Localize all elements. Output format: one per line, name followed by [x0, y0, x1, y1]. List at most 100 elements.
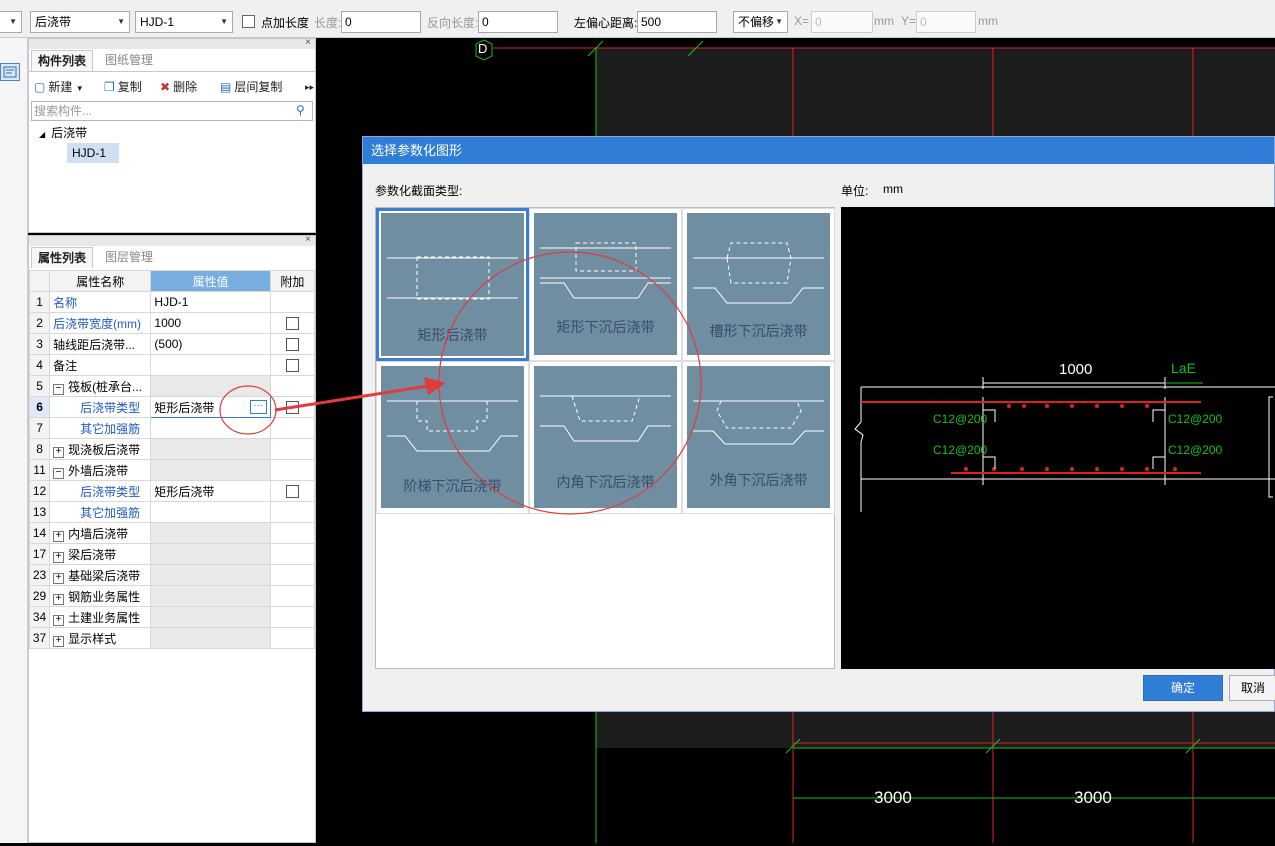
table-row[interactable]: 11 − 外墙后浇带: [28, 459, 316, 481]
category-combo-value: 后浇带: [35, 15, 72, 29]
shape-thumbnail: 槽形下沉后浇带: [687, 213, 830, 355]
tab-layer-management[interactable]: 图层管理: [99, 247, 159, 268]
offset-combo[interactable]: 不偏移 ▼: [733, 11, 788, 33]
row-name[interactable]: + 现浇板后浇带: [49, 438, 152, 460]
shape-option-groove-sunken[interactable]: 槽形下沉后浇带: [682, 208, 835, 361]
extra-checkbox[interactable]: [285, 317, 299, 331]
new-button[interactable]: ▢ 新建 ▼: [34, 77, 84, 97]
row-value-editor[interactable]: 矩形后浇带 ···: [150, 396, 271, 418]
ellipsis-button[interactable]: ···: [249, 400, 267, 414]
row-extra[interactable]: [269, 333, 316, 355]
floor-copy-button[interactable]: ▤ 层间复制: [220, 77, 282, 97]
row-value[interactable]: [150, 417, 271, 439]
shape-thumbnail: 外角下沉后浇带: [687, 366, 830, 508]
point-length-checkbox[interactable]: [242, 15, 255, 28]
x-label: X=: [794, 14, 810, 28]
left-offset-input[interactable]: 500: [637, 11, 717, 33]
row-value[interactable]: 矩形后浇带: [150, 480, 271, 502]
row-name-label: 内墙后浇带: [68, 526, 129, 541]
close-icon[interactable]: ×: [305, 37, 311, 48]
row-name[interactable]: + 钢筋业务属性: [49, 585, 152, 607]
table-row[interactable]: 13 其它加强筋: [28, 501, 316, 523]
row-extra[interactable]: [269, 396, 316, 418]
layer-combo[interactable]: ▼: [0, 11, 22, 33]
tab-drawing-management[interactable]: 图纸管理: [99, 50, 159, 71]
shape-option-step-sunken[interactable]: 阶梯下沉后浇带: [376, 361, 529, 514]
shape-caption: 阶梯下沉后浇带: [403, 478, 502, 494]
table-row[interactable]: 3 轴线距后浇带... (500): [28, 333, 316, 355]
x-input[interactable]: 0: [811, 11, 873, 33]
row-name[interactable]: + 内墙后浇带: [49, 522, 152, 544]
header-extra: 附加: [269, 270, 316, 292]
row-value[interactable]: [150, 501, 271, 523]
properties-icon[interactable]: [0, 63, 20, 81]
row-value[interactable]: (500): [150, 333, 271, 355]
expand-icon[interactable]: +: [53, 635, 65, 647]
row-name[interactable]: + 显示样式: [49, 627, 152, 649]
table-row[interactable]: 37 + 显示样式: [28, 627, 316, 649]
reverse-length-input[interactable]: 0: [478, 11, 558, 33]
extra-checkbox[interactable]: [285, 485, 299, 499]
shape-option-outer-corner-sunken[interactable]: 外角下沉后浇带: [682, 361, 835, 514]
table-row[interactable]: 34 + 土建业务属性: [28, 606, 316, 628]
table-row[interactable]: 12 后浇带类型 矩形后浇带: [28, 480, 316, 502]
extra-checkbox[interactable]: [285, 359, 299, 373]
row-extra[interactable]: [269, 312, 316, 334]
ok-button[interactable]: 确定: [1143, 675, 1223, 701]
table-row[interactable]: 8 + 现浇板后浇带: [28, 438, 316, 460]
tree-item-hjd-1[interactable]: HJD-1: [67, 143, 119, 163]
y-input[interactable]: 0: [916, 11, 976, 33]
length-input[interactable]: 0: [341, 11, 421, 33]
search-icon[interactable]: ⚲: [296, 103, 305, 117]
row-name[interactable]: − 筏板(桩承台...: [49, 375, 152, 397]
row-num: 7: [28, 417, 51, 439]
row-name[interactable]: + 基础梁后浇带: [49, 564, 152, 586]
category-combo[interactable]: 后浇带 ▼: [30, 11, 130, 33]
component-combo[interactable]: HJD-1 ▼: [135, 11, 233, 33]
copy-button[interactable]: ❐ 复制: [104, 77, 142, 97]
table-row[interactable]: 4 备注: [28, 354, 316, 376]
table-row[interactable]: 5 − 筏板(桩承台...: [28, 375, 316, 397]
table-row-selected[interactable]: 6 后浇带类型 矩形后浇带 ···: [28, 396, 316, 418]
expand-icon[interactable]: +: [53, 446, 65, 458]
shape-option-inner-corner-sunken[interactable]: 内角下沉后浇带: [529, 361, 682, 514]
collapse-icon[interactable]: ◢: [39, 130, 45, 139]
table-row[interactable]: 7 其它加强筋: [28, 417, 316, 439]
collapse-icon[interactable]: −: [53, 383, 65, 395]
expand-icon[interactable]: +: [53, 551, 65, 563]
row-extra[interactable]: [269, 480, 316, 502]
dimension-label: 3000: [1074, 788, 1112, 807]
expand-icon[interactable]: +: [53, 593, 65, 605]
table-row[interactable]: 17 + 梁后浇带: [28, 543, 316, 565]
table-row[interactable]: 1 名称 HJD-1: [28, 291, 316, 313]
table-row[interactable]: 14 + 内墙后浇带: [28, 522, 316, 544]
row-value[interactable]: [150, 354, 271, 376]
row-extra[interactable]: [269, 354, 316, 376]
expand-icon[interactable]: +: [53, 614, 65, 626]
extra-checkbox[interactable]: [285, 401, 299, 415]
more-icon[interactable]: ▸▸: [305, 77, 314, 97]
row-name[interactable]: + 土建业务属性: [49, 606, 152, 628]
tab-property-list[interactable]: 属性列表: [31, 247, 94, 268]
row-name[interactable]: + 梁后浇带: [49, 543, 152, 565]
table-row[interactable]: 23 + 基础梁后浇带: [28, 564, 316, 586]
row-value[interactable]: HJD-1: [150, 291, 271, 313]
shape-caption: 矩形后浇带: [417, 327, 488, 343]
extra-checkbox[interactable]: [285, 338, 299, 352]
point-length-label: 点加长度: [261, 16, 310, 30]
expand-icon[interactable]: +: [53, 530, 65, 542]
expand-icon[interactable]: +: [53, 572, 65, 584]
tree-root[interactable]: ◢ 后浇带: [39, 124, 87, 141]
collapse-icon[interactable]: −: [53, 467, 65, 479]
cancel-button[interactable]: 取消: [1229, 675, 1275, 701]
row-name[interactable]: − 外墙后浇带: [49, 459, 152, 481]
tab-component-list[interactable]: 构件列表: [31, 50, 94, 71]
search-input[interactable]: 搜索构件...: [31, 101, 313, 121]
table-row[interactable]: 2 后浇带宽度(mm) 1000: [28, 312, 316, 334]
delete-button[interactable]: ✖ 删除: [160, 77, 197, 97]
row-value[interactable]: 1000: [150, 312, 271, 334]
shape-option-rect-sunken[interactable]: 矩形下沉后浇带: [529, 208, 682, 361]
table-row[interactable]: 29 + 钢筋业务属性: [28, 585, 316, 607]
close-icon[interactable]: ×: [305, 234, 311, 245]
shape-option-rect[interactable]: 矩形后浇带: [376, 208, 529, 361]
